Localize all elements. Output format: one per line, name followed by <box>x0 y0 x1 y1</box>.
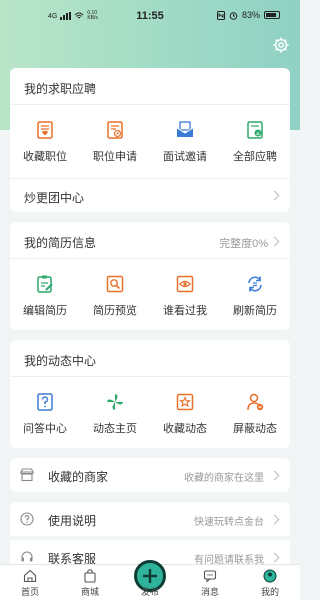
all-applications-button[interactable]: 全部应聘 <box>220 120 290 164</box>
publish-label: 发布 <box>140 587 159 597</box>
job-card: 我的求职应聘 收藏职位 职位申请 面试邀请 全部应聘 炒更团中心 <box>10 68 290 212</box>
interview-invites-label: 面试邀请 <box>163 151 207 163</box>
favorite-jobs-label: 收藏职位 <box>23 151 67 163</box>
help-circle-icon <box>20 512 34 526</box>
battery-percent: 83% <box>241 10 260 20</box>
star-box-icon <box>176 393 194 411</box>
preview-resume-label: 简历预览 <box>93 305 137 317</box>
nfc-icon <box>216 10 225 20</box>
edit-resume-label: 编辑简历 <box>23 305 67 317</box>
preview-resume-button[interactable]: 简历预览 <box>80 274 150 318</box>
favorite-merchants-row[interactable]: 收藏的商家 收藏的商家在这里 <box>10 458 290 492</box>
divider <box>10 376 290 377</box>
list-document-icon <box>247 121 263 139</box>
activity-card: 我的动态中心 问答中心 动态主页 收藏动态 屏蔽动态 <box>10 340 290 448</box>
chevron-right-icon <box>269 190 280 201</box>
favorite-merchants-label: 收藏的商家 <box>48 470 109 484</box>
eye-icon <box>176 275 194 293</box>
divider <box>10 258 290 259</box>
blocked-activity-label: 屏蔽动态 <box>233 423 277 435</box>
chevron-right-icon <box>269 236 280 247</box>
blocked-activity-button[interactable]: 屏蔽动态 <box>220 392 290 436</box>
edit-document-icon <box>107 121 123 139</box>
refresh-resume-button[interactable]: 刷新简历 <box>220 274 290 318</box>
interview-invites-button[interactable]: 面试邀请 <box>150 120 220 164</box>
activity-card-title: 我的动态中心 <box>24 354 97 368</box>
settings-gear-icon[interactable] <box>272 36 290 54</box>
status-bar: 4G 0.10 KB/s 11:55 83% <box>0 0 300 32</box>
usage-guide-row[interactable]: 使用说明 快速玩转点金台 <box>10 502 290 536</box>
alarm-icon <box>229 11 238 20</box>
favorite-activity-button[interactable]: 收藏动态 <box>150 392 220 436</box>
chaogeng-center-label: 炒更团中心 <box>24 191 85 205</box>
chevron-right-icon <box>269 514 280 525</box>
resume-card-title: 我的简历信息 <box>24 236 97 250</box>
job-grid: 收藏职位 职位申请 面试邀请 全部应聘 <box>10 120 290 164</box>
favorite-jobs-button[interactable]: 收藏职位 <box>10 120 80 164</box>
divider <box>10 104 290 105</box>
message-icon <box>203 570 217 583</box>
question-document-icon <box>37 393 53 411</box>
bookmark-heart-icon <box>37 121 53 139</box>
usage-guide-hint: 快速玩转点金台 <box>194 517 264 528</box>
profile-icon <box>263 569 277 583</box>
all-applications-label: 全部应聘 <box>233 151 277 163</box>
block-user-icon <box>247 393 264 411</box>
activity-home-label: 动态主页 <box>93 423 137 435</box>
who-viewed-me-button[interactable]: 谁看过我 <box>150 274 220 318</box>
refresh-resume-label: 刷新简历 <box>233 305 277 317</box>
resume-card: 我的简历信息 完整度0% 编辑简历 简历预览 谁看过我 刷新简历 <box>10 222 290 330</box>
favorite-merchants-hint: 收藏的商家在这里 <box>184 473 264 484</box>
store-icon <box>20 468 34 482</box>
job-applications-label: 职位申请 <box>93 151 137 163</box>
job-card-title: 我的求职应聘 <box>24 82 97 96</box>
edit-resume-button[interactable]: 编辑简历 <box>10 274 80 318</box>
qa-center-button[interactable]: 问答中心 <box>10 392 80 436</box>
chevron-right-icon <box>269 470 280 481</box>
job-applications-button[interactable]: 职位申请 <box>80 120 150 164</box>
resume-completeness[interactable]: 完整度0% <box>219 235 268 251</box>
home-icon <box>23 569 37 583</box>
resume-grid: 编辑简历 简历预览 谁看过我 刷新简历 <box>10 274 290 318</box>
preview-search-icon <box>106 275 124 293</box>
favorite-activity-label: 收藏动态 <box>163 423 207 435</box>
activity-grid: 问答中心 动态主页 收藏动态 屏蔽动态 <box>10 392 290 436</box>
chevron-right-icon <box>269 552 280 563</box>
pinwheel-icon <box>107 394 123 410</box>
qa-center-label: 问答中心 <box>23 423 67 435</box>
chaogeng-center-link[interactable]: 炒更团中心 <box>10 178 290 212</box>
shopping-bag-icon <box>84 569 96 583</box>
status-right: 83% <box>216 10 280 20</box>
usage-guide-label: 使用说明 <box>48 514 97 528</box>
envelope-icon <box>176 121 194 137</box>
refresh-icon <box>248 276 262 292</box>
who-viewed-me-label: 谁看过我 <box>163 305 207 317</box>
battery-icon <box>264 11 280 19</box>
clipboard-edit-icon <box>37 275 53 293</box>
headset-icon <box>21 551 33 562</box>
activity-home-button[interactable]: 动态主页 <box>80 392 150 436</box>
